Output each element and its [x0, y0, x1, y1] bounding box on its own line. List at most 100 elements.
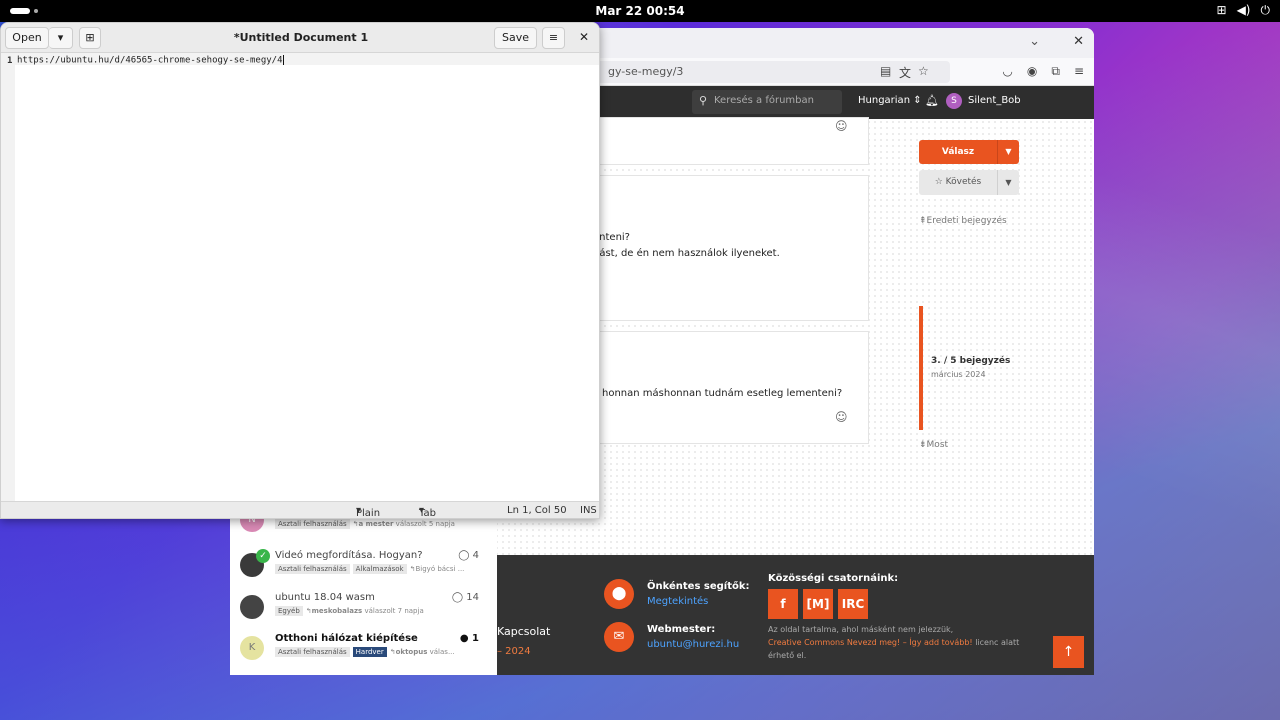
language-label: Hungarian: [858, 95, 911, 106]
list-item[interactable]: ubuntu 18.04 wasm Egyéb ↰meskobalazs vála…: [230, 592, 497, 632]
now-label: Most: [926, 440, 949, 450]
account-icon[interactable]: ◉: [1027, 64, 1037, 79]
mail-icon: ✉: [604, 622, 634, 652]
comment-icon: ●: [459, 633, 469, 644]
pocket-icon[interactable]: ◡: [1002, 64, 1012, 79]
url-text: gy-se-megy/3: [608, 65, 684, 78]
avatar: [240, 595, 264, 619]
system-tray[interactable]: ⊞ ◀) ⏻: [1217, 3, 1270, 18]
check-icon: ✓: [256, 549, 270, 563]
scroll-to-top-button[interactable]: ↑: [1053, 636, 1084, 668]
line-gutter: [1, 53, 15, 501]
tag[interactable]: Asztali felhasználás: [275, 564, 350, 574]
clock[interactable]: Mar 22 00:54: [0, 4, 1280, 18]
follow-label: Követés: [945, 177, 982, 187]
toolbar-icons: ◡ ◉ ⧉ ≡: [1002, 64, 1084, 79]
meta-text: válaszolt 5 napja: [395, 520, 455, 528]
close-icon[interactable]: ✕: [1073, 34, 1084, 49]
tag[interactable]: Hardver: [352, 647, 387, 657]
post-text: dást, de én nem használok ilyeneket.: [593, 248, 780, 259]
language-selector[interactable]: Hungarian ⇕: [858, 95, 922, 106]
avatar: ✓: [240, 549, 270, 577]
tab-width-selector[interactable]: Tab Width: 8 ▾: [419, 505, 436, 518]
item-tags: Asztali felhasználás Hardver ↰oktopus vála…: [275, 647, 455, 657]
webmaster-title: Webmester:: [647, 624, 716, 635]
original-post-link[interactable]: ⇞Eredeti bejegyzés: [919, 216, 1007, 226]
line-number: 1: [7, 56, 13, 66]
power-icon[interactable]: ⏻: [1261, 3, 1271, 18]
follow-button[interactable]: ☆ Követés: [919, 170, 997, 195]
reader-view-icon[interactable]: ▤: [880, 64, 891, 78]
meta-text: válaszolt 7 napja: [364, 607, 424, 615]
scrubber-handle[interactable]: [919, 306, 923, 430]
star-icon[interactable]: ☆: [918, 64, 929, 78]
network-icon[interactable]: ⊞: [1217, 3, 1227, 18]
license-link[interactable]: Creative Commons Nevezd meg! – Így add t…: [768, 638, 973, 647]
license-text: licenc alatt: [975, 638, 1020, 647]
save-button[interactable]: Save: [494, 27, 537, 49]
tag[interactable]: Asztali felhasználás: [275, 519, 350, 529]
original-post-label: Eredeti bejegyzés: [926, 216, 1007, 226]
contact-link[interactable]: Kapcsolat: [497, 625, 550, 638]
post-text: honnan máshonnan tudnám esetleg lementen…: [602, 388, 843, 399]
avatar: K: [240, 636, 264, 660]
tab-width-label: Tab Width: 8: [419, 508, 436, 519]
discussion-list: N Asztali felhasználás ↰a mester válaszol…: [230, 508, 497, 675]
item-tags: Egyéb ↰meskobalazs válaszolt 7 napja: [275, 606, 424, 616]
reply-count: ◯ 4: [458, 550, 479, 561]
reply-dropdown-button[interactable]: ▼: [997, 140, 1019, 164]
text-editor-window: Open ▾ ⊞ *Untitled Document 1 Save ≡ ✕ 1…: [0, 22, 600, 519]
facebook-button[interactable]: f: [768, 589, 798, 619]
volunteers-link[interactable]: Megtekintés: [647, 596, 708, 607]
meta-user: oktopus: [395, 648, 428, 656]
reaction-icon[interactable]: ☺: [835, 119, 848, 133]
search-placeholder: Keresés a fórumban: [714, 95, 814, 106]
reply-count: ◯ 14: [452, 592, 479, 603]
menu-icon[interactable]: ≡: [1074, 64, 1084, 79]
item-title[interactable]: Otthoni hálózat kiépítése: [275, 633, 418, 644]
tag[interactable]: Alkalmazások: [352, 564, 407, 574]
avatar[interactable]: S: [946, 93, 962, 109]
reply-count: ● 1: [460, 633, 479, 644]
bell-icon[interactable]: 🔔︎: [925, 94, 939, 107]
list-item[interactable]: K Otthoni hálózat kiépítése Asztali felh…: [230, 633, 497, 673]
text-cursor: [282, 55, 284, 65]
close-icon[interactable]: ✕: [579, 30, 589, 44]
cursor-position[interactable]: Ln 1, Col 50: [507, 505, 567, 516]
license-note: Az oldal tartalma, ahol másként nem jele…: [768, 623, 1028, 662]
editor-text-area[interactable]: https://ubuntu.hu/d/46565-chrome-sehogy-…: [17, 55, 284, 66]
meta-user: a mester: [358, 520, 394, 528]
list-item[interactable]: ✓ Videó megfordítása. Hogyan? Asztali fe…: [230, 549, 497, 590]
scrubber-date: március 2024: [931, 370, 986, 379]
matrix-button[interactable]: [M]: [803, 589, 833, 619]
tag[interactable]: Asztali felhasználás: [275, 647, 350, 657]
editor-content: https://ubuntu.hu/d/46565-chrome-sehogy-…: [17, 55, 283, 66]
language-selector[interactable]: Plain Text ▾: [356, 505, 380, 518]
reaction-icon[interactable]: ☺: [835, 410, 848, 424]
item-title[interactable]: ubuntu 18.04 wasm: [275, 592, 375, 603]
webmaster-email[interactable]: ubuntu@hurezi.hu: [647, 639, 739, 650]
tag[interactable]: Egyéb: [275, 606, 303, 616]
hamburger-menu-button[interactable]: ≡: [542, 27, 565, 49]
extensions-icon[interactable]: ⧉: [1051, 64, 1060, 79]
translate-icon[interactable]: 文: [899, 64, 911, 81]
search-icon: ⚲: [699, 94, 708, 107]
item-title[interactable]: Videó megfordítása. Hogyan?: [275, 550, 423, 561]
scroll-to-now-link[interactable]: ⇟Most: [919, 440, 948, 450]
comment-icon: ◯: [451, 592, 464, 603]
forum-search-input[interactable]: ⚲ Keresés a fórumban: [692, 90, 842, 114]
top-bar: Mar 22 00:54 ⊞ ◀) ⏻: [0, 0, 1280, 22]
community-title: Közösségi csatornáink:: [768, 573, 899, 584]
meta-text: válas...: [429, 648, 455, 656]
item-tags: Asztali felhasználás ↰a mester válaszolt …: [275, 519, 455, 529]
reply-button[interactable]: Válasz: [919, 140, 997, 164]
volume-icon[interactable]: ◀): [1237, 3, 1251, 18]
count-value: 1: [472, 633, 479, 644]
count-value: 14: [466, 592, 479, 603]
copyright-year: – 2024: [497, 646, 531, 657]
chevron-down-icon[interactable]: ⌄: [1029, 34, 1040, 49]
location-icon: ⬤: [604, 579, 634, 609]
follow-dropdown-button[interactable]: ▼: [997, 170, 1019, 195]
username[interactable]: Silent_Bob: [968, 95, 1021, 106]
irc-button[interactable]: IRC: [838, 589, 868, 619]
